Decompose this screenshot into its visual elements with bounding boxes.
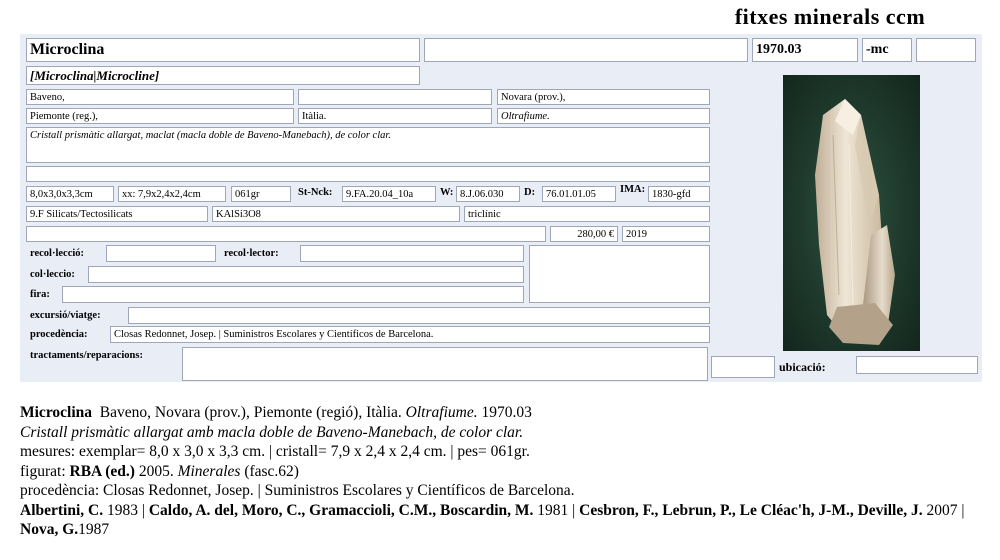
catalog-number-field[interactable]: 1970.03 [752,38,858,62]
summary-text: Microclina Baveno, Novara (prov.), Piemo… [20,403,980,540]
ima-label: IMA: [620,184,646,195]
d-field[interactable]: 76.01.01.05 [542,186,616,202]
year-field[interactable]: 2019 [622,226,710,242]
collector-field[interactable] [300,245,524,262]
fair-field[interactable] [62,286,524,303]
summary-number: 1970.03 [481,404,532,421]
summary-line-1: Microclina Baveno, Novara (prov.), Piemo… [20,403,980,423]
size-crystal-field[interactable]: xx: 7,9x2,4x2,4cm [118,186,226,202]
price-extra-field[interactable] [26,226,546,242]
treatments-field[interactable] [182,347,708,381]
location-label: ubicació: [779,360,826,374]
region-field[interactable]: Novara (prov.), [497,89,710,105]
summary-name: Microclina [20,404,93,421]
trip-field[interactable] [128,307,710,324]
crystal-system-field[interactable]: triclínic [464,206,710,222]
summary-line-4: figurat: RBA (ed.) 2005. Minerales (fasc… [20,462,980,482]
ref-year: 1981 [537,501,569,519]
notes-field[interactable] [529,245,710,303]
d-label: D: [524,187,536,198]
description-field[interactable]: Cristall prismàtic allargat, maclat (mac… [26,127,710,163]
location-field[interactable] [856,356,978,374]
suffix-field[interactable]: -mc [862,38,912,62]
summary-line-2: Cristall prismàtic allargat amb macla do… [20,423,980,443]
provenance-field[interactable]: Closas Redonnet, Josep. | Suministros Es… [110,326,710,343]
collector-label: recol·lector: [224,248,279,259]
treatments-label: tractaments/reparacions: [30,350,143,361]
source-field[interactable]: Oltrafiume. [497,108,710,124]
summary-pub-title: Minerales [177,462,241,480]
app-title: fitxes minerals ccm [734,4,926,29]
ref-authors: Caldo, A. del, Moro, C., Gramaccioli, C.… [148,501,534,519]
description-extra-field[interactable] [26,166,710,182]
summary-source: Oltrafiume. [405,404,478,421]
ref-year: 1987 [78,521,110,538]
size-specimen-field[interactable]: 8,0x3,0x3,3cm [26,186,114,202]
summary-pub-year: 2005. [138,462,174,480]
location-extra-field[interactable] [711,356,775,378]
ref-authors: Cesbron, F., Lebrun, P., Le Cléac'h, J-M… [579,501,923,519]
locality-field[interactable]: Baveno, [26,89,294,105]
collection-place-label: recol·lecció: [30,248,85,259]
blank-field-top[interactable] [424,38,748,62]
collection-label: col·leccio: [30,269,75,280]
trip-label: excursió/viatge: [30,310,101,321]
formula-field[interactable]: KAlSi3O8 [212,206,460,222]
weight-field[interactable]: 061gr [231,186,291,202]
specimen-photo [783,75,920,351]
ima-field[interactable]: 1830-gfd [648,186,710,202]
summary-line-5: procedència: Closas Redonnet, Josep. | S… [20,482,575,499]
extra-field-top[interactable] [916,38,976,62]
summary-figurat-label: figurat: [20,462,66,480]
name-field[interactable]: Microclina [26,38,420,62]
ref-year: 2007 [926,501,958,519]
class-field[interactable]: 9.F Silicats/Tectosilicats [26,206,208,222]
synonyms-field[interactable]: [Microclina|Microcline] [26,66,420,85]
price-field[interactable]: 280,00 € [550,226,618,242]
summary-description: Cristall prismàtic allargat amb macla do… [20,423,524,441]
collection-place-field[interactable] [106,245,216,262]
summary-locality: Baveno, Novara (prov.), Piemonte (regió)… [99,404,402,421]
w-label: W: [440,187,454,198]
summary-fasc: (fasc.62) [244,462,299,480]
collection-field[interactable] [88,266,524,283]
strunz-label: St-Nck: [298,187,333,198]
crystal-image [783,75,920,351]
fair-label: fira: [30,289,50,300]
w-field[interactable]: 8.J.06.030 [456,186,520,202]
country-field[interactable]: Itàlia. [298,108,492,124]
ref-year: 1983 [106,501,138,519]
summary-line-3: mesures: exemplar= 8,0 x 3,0 x 3,3 cm. |… [20,443,530,460]
summary-publisher: RBA (ed.) [69,462,135,480]
locality-extra-field[interactable] [298,89,492,105]
strunz-field[interactable]: 9.FA.20.04_10a [342,186,436,202]
provenance-label: procedència: [30,329,88,340]
ref-authors: Nova, G. [20,521,79,538]
summary-references: Albertini, C. 1983 | Caldo, A. del, Moro… [20,501,965,539]
ref-authors: Albertini, C. [20,501,104,519]
province-field[interactable]: Piemonte (reg.), [26,108,294,124]
